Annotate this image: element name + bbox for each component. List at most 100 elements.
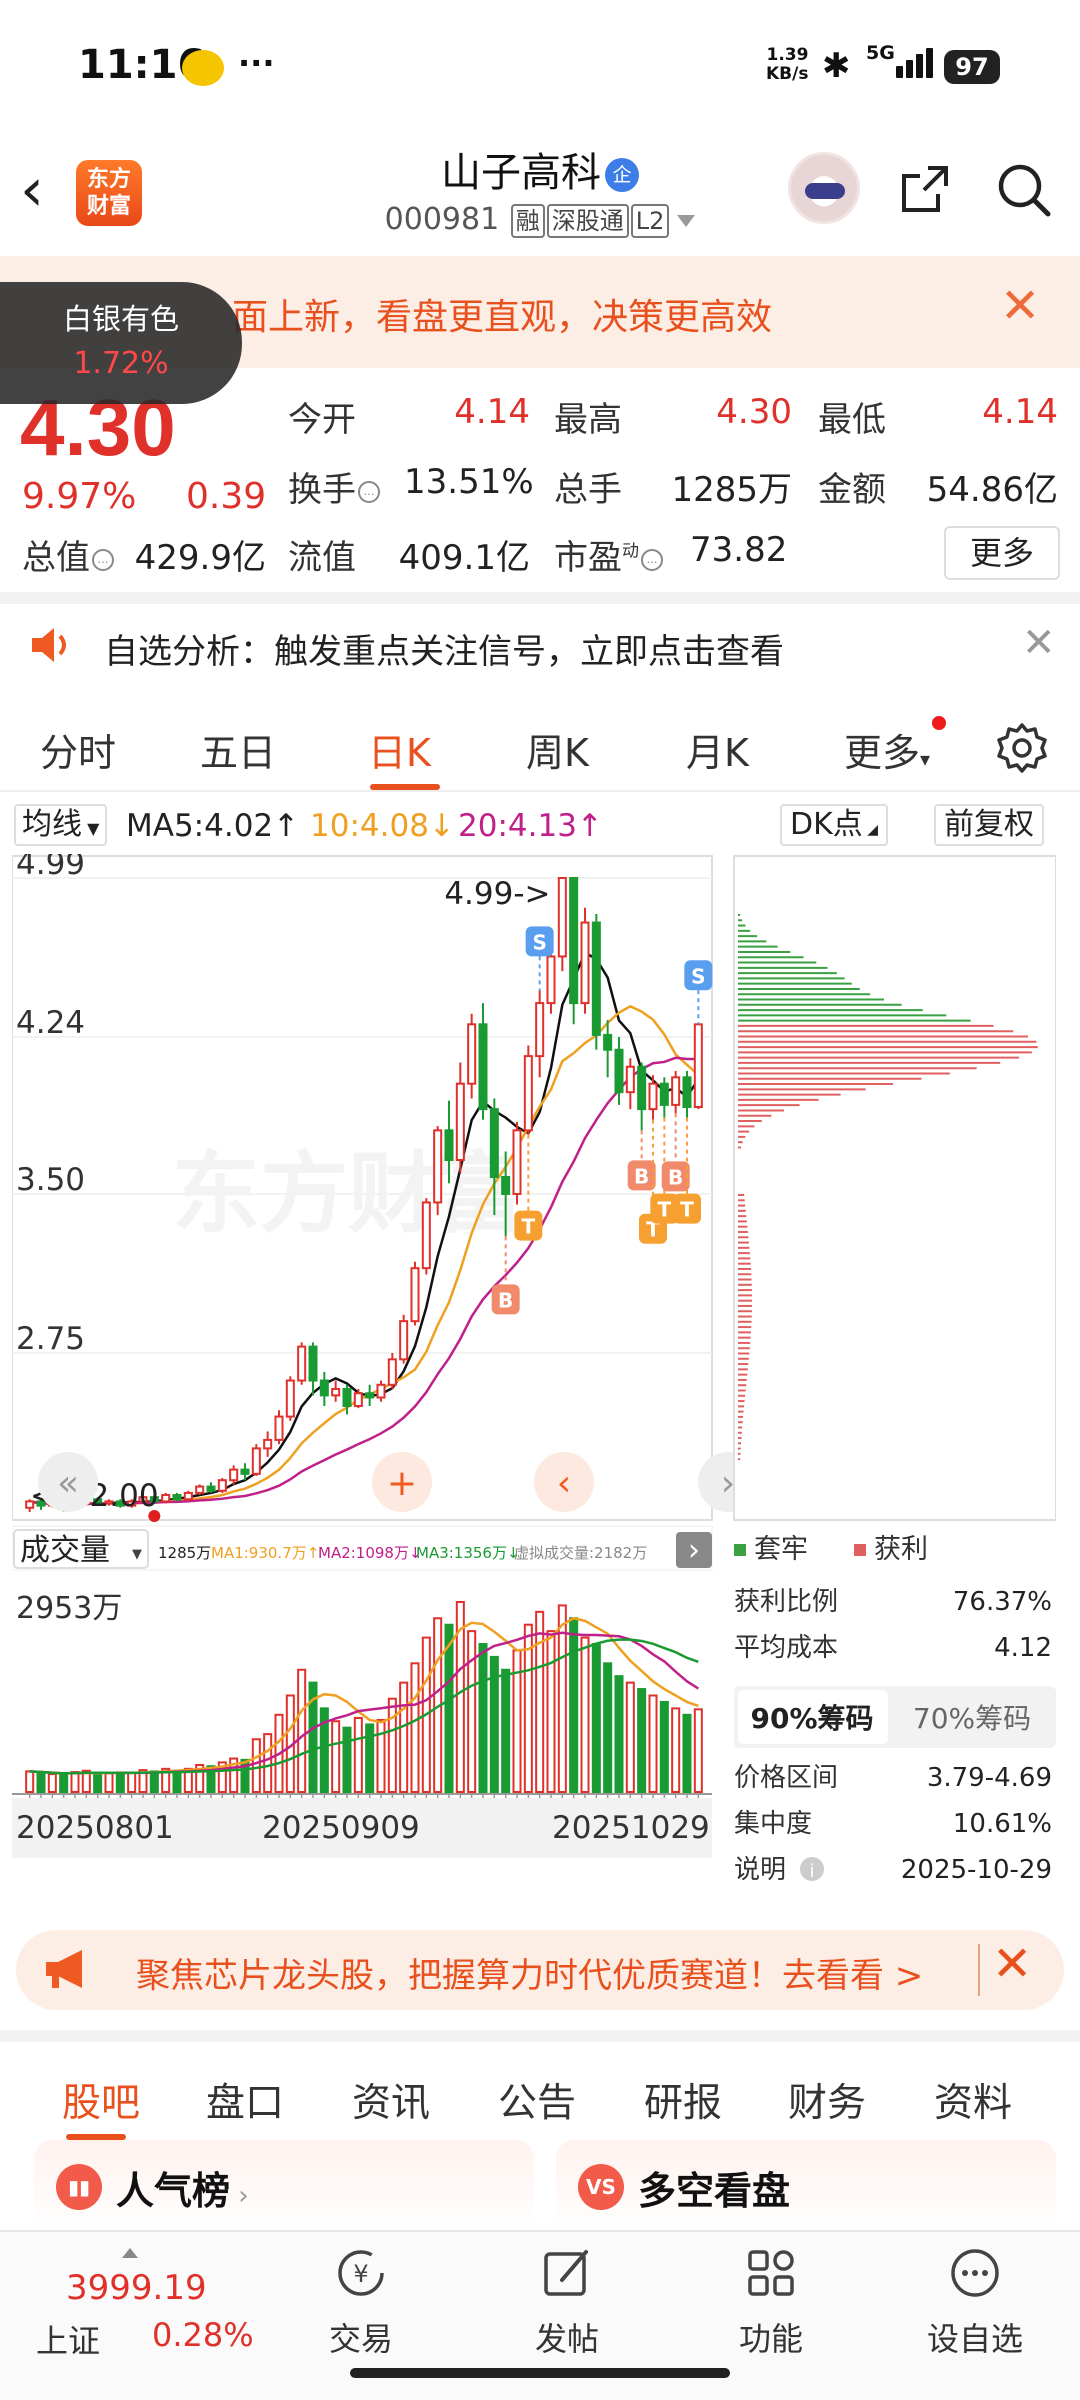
chevron-right-icon: › [230,2181,249,2211]
volume-bar [399,1681,409,1793]
volume-bar [25,1770,35,1793]
volume-bar [467,1630,477,1793]
caret-up-icon [122,2248,138,2258]
volume-bar [353,1717,363,1793]
tab-forum[interactable]: 股吧 [62,2072,140,2128]
signal-bars-icon [896,48,936,78]
popularity-card[interactable]: ▮▮ 人气榜 › [34,2140,534,2230]
search-icon[interactable] [994,160,1054,220]
tab-news[interactable]: 资讯 [352,2072,430,2128]
notice-text: 自选分析：触发重点关注信号，立即点击查看 [104,632,784,672]
enterprise-badge: 企 [605,158,639,192]
index-value[interactable]: 3999.19 [66,2268,207,2308]
volume-bar [637,1688,647,1793]
promo-close-icon[interactable]: ✕ [992,1936,1032,1992]
chip-stat-label: 价格区间 [734,1763,838,1793]
signal-type: 5G [866,42,895,64]
nav-trade[interactable]: ¥ 交易 [296,2246,426,2360]
tab-weekly-k[interactable]: 周K [526,722,589,777]
volume-stat: 虚拟成交量:2182万 [514,1544,647,1562]
indicator-selector-label: 均线 [22,807,82,842]
float-cap-value: 409.1亿 [398,538,530,578]
candle [512,1121,522,1205]
tab-five-day[interactable]: 五日 [200,722,276,777]
info-icon-glyph: i [809,1861,814,1882]
nav-add-watchlist[interactable]: 设自选 [910,2246,1040,2360]
nav-functions[interactable]: 功能 [706,2246,836,2360]
tab-daily-k[interactable]: 日K [368,722,431,777]
chevron-down-icon: ▾ [920,747,931,771]
candle [433,1126,443,1216]
share-icon[interactable] [898,162,952,216]
candle [172,1492,182,1502]
candle-body [659,1082,669,1106]
ai-assistant-icon[interactable] [788,152,860,224]
dk-point-button[interactable]: DK点 ◢ [780,804,888,846]
float-tip-name: 白银有色 [62,302,179,336]
tab-financials[interactable]: 财务 [788,2072,866,2128]
volume-bar [569,1617,579,1794]
trapped-legend-swatch [734,1544,746,1556]
analysis-notice[interactable]: 自选分析：触发重点关注信号，立即点击查看 ✕ [0,602,1080,694]
candle-body [501,1175,511,1195]
volume-bar [115,1772,125,1794]
trapped-legend-label: 套牢 [754,1534,808,1565]
candle-body [319,1379,329,1397]
candle-body [421,1201,431,1270]
tab-profile[interactable]: 资料 [934,2072,1012,2128]
candle-body [274,1415,284,1441]
volume-bar [93,1771,103,1793]
stock-code: 000981 [384,202,500,237]
chip-tab-70: 70%筹码 [913,1702,1031,1735]
chip-stat-value: 4.12 [994,1633,1052,1663]
candle-body [444,1129,454,1162]
more-notifications-icon: ··· [238,44,275,82]
chip-stat-value: 10.61% [953,1809,1052,1839]
volume-bar [127,1771,137,1793]
bull-bear-card[interactable]: VS 多空看盘 [556,2140,1056,2230]
candle-body [625,1065,635,1094]
info-icon[interactable]: … [358,480,380,503]
floating-stock-tip[interactable]: 白银有色 1.72% [0,282,242,404]
promo-banner[interactable]: 聚焦芯片龙头股，把握算力时代优质赛道！去看看 > ✕ [16,1930,1064,2010]
price-axis-label: 2.75 [16,1321,85,1357]
notice-close-icon[interactable]: ✕ [1022,620,1056,666]
chip-stat-value: 3.79-4.69 [927,1763,1052,1793]
candle [217,1478,227,1493]
tab-announcements[interactable]: 公告 [498,2072,576,2128]
pe-dynamic-sup: 动 [622,541,639,562]
info-icon[interactable]: … [92,548,114,571]
info-icon[interactable]: … [641,548,663,571]
tab-more[interactable]: 更多▾ [844,722,930,777]
candle-body [387,1358,397,1386]
dk-point-label: DK点 [790,807,863,842]
watermark: 东方财富 [172,1142,524,1245]
candle-body [217,1479,227,1492]
banner-close-icon[interactable]: ✕ [1000,278,1040,334]
nav-post[interactable]: 发帖 [502,2246,632,2360]
stock-name: 山子高科 [441,150,601,196]
kline-chart-area[interactable]: 4.994.243.502.75东方财富4.99-><---2.00SBTSBT… [11,846,1057,1914]
tab-monthly-k[interactable]: 月K [686,722,749,777]
period-tabs: 分时 五日 日K 周K 月K 更多▾ [0,700,1080,792]
tab-research[interactable]: 研报 [644,2072,722,2128]
volume-bar [478,1643,488,1793]
candle-body [353,1392,363,1407]
volume-bar [693,1708,703,1793]
tab-orderbook[interactable]: 盘口 [206,2072,284,2128]
gear-icon[interactable] [994,720,1050,776]
signal-label: T [658,1198,672,1222]
candle-body [308,1345,318,1382]
ma10-value: 10:4.08↓ [310,808,455,844]
candle-body [569,877,579,1005]
nav-trade-label: 交易 [328,2320,393,2358]
promo-text: 聚焦芯片龙头股，把握算力时代优质赛道！去看看 > [136,1956,924,1996]
adjust-mode-button[interactable]: 前复权 [934,804,1044,846]
date-label: 20250909 [262,1810,420,1846]
volume-label: 总手 [554,470,622,510]
tab-intraday[interactable]: 分时 [40,722,116,777]
kline-chart-svg[interactable]: 4.994.243.502.75东方财富4.99-><---2.00SBTSBT… [11,846,1057,1914]
more-quote-button[interactable]: 更多 [944,526,1060,580]
indicator-selector[interactable]: 均线 ▼ [14,804,108,846]
chip-stat-value: 2025-10-29 [901,1855,1052,1885]
